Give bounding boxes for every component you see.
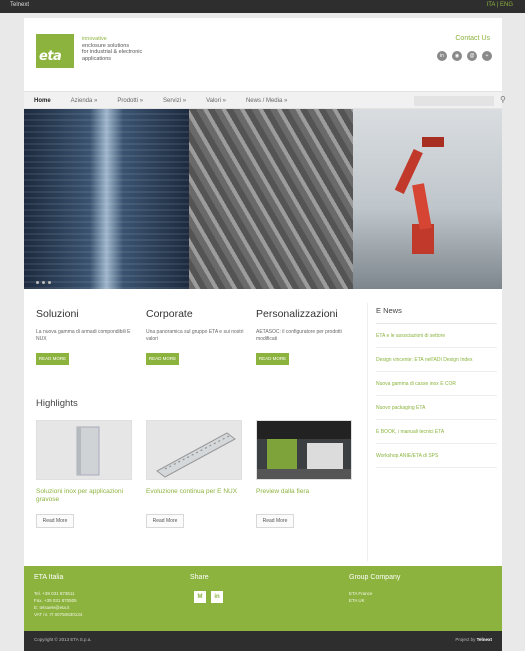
- highlight-caption[interactable]: Evoluzione continua per E NUX: [146, 488, 244, 506]
- group-link[interactable]: ETA UK: [349, 597, 372, 604]
- main-nav: Home Azienda » Prodotti » Servizi » Valo…: [24, 91, 506, 109]
- news-item[interactable]: Workshop ANIE/ETA di SPS: [376, 444, 497, 468]
- column-title: Soluzioni: [36, 308, 79, 320]
- highlight-caption[interactable]: Soluzioni inox per applicazioni gravose: [36, 488, 134, 506]
- footer-company-info: Tel. +39 031 873611 Fax. +39 031 870505 …: [34, 590, 82, 618]
- highlight-card: Preview dalla fiera Read More: [256, 420, 354, 528]
- hero-image-panel: [189, 109, 353, 289]
- highlight-image-rail[interactable]: [146, 420, 242, 480]
- footer-share-title: Share: [190, 574, 209, 581]
- email-icon[interactable]: @: [467, 51, 477, 61]
- rss-icon[interactable]: ◉: [452, 51, 462, 61]
- language-switch[interactable]: ITA | ENG: [487, 2, 513, 8]
- footer-group-title: Group Company: [349, 574, 401, 581]
- footer: ETA Italia Tel. +39 031 873611 Fax. +39 …: [24, 566, 502, 631]
- social-icons: in ◉ @ +: [437, 51, 492, 61]
- read-more-button[interactable]: READ MORE: [146, 353, 179, 365]
- column-text: Una panoramica sul gruppo ETA e sui nost…: [146, 329, 244, 342]
- linkedin-icon[interactable]: in: [437, 51, 447, 61]
- contact-link[interactable]: Contact Us: [455, 35, 490, 42]
- news-title: E News: [376, 306, 497, 324]
- read-more-button[interactable]: READ MORE: [36, 353, 69, 365]
- tagline-line-3: applications: [82, 55, 112, 62]
- copyright-text: Copyright © 2013 ETA S.p.a.: [34, 637, 92, 642]
- plus-icon[interactable]: +: [482, 51, 492, 61]
- news-item[interactable]: ETA e le associazioni di settore: [376, 324, 497, 348]
- project-by-link[interactable]: Telnext: [477, 637, 492, 642]
- news-item[interactable]: E BOOK, i manuali tecnici ETA: [376, 420, 497, 444]
- search-input[interactable]: [414, 96, 494, 106]
- column-text: La nuova gamma di armadi compondibili E …: [36, 329, 131, 342]
- group-link[interactable]: ETA France: [349, 590, 372, 597]
- tagline-line-2: for industrial & electronic: [82, 49, 143, 55]
- robot-arm-image: [394, 137, 444, 254]
- highlight-image-cabinet[interactable]: [36, 420, 132, 480]
- footer-group-links: ETA France ETA UK: [349, 590, 372, 604]
- highlight-image-fair[interactable]: [256, 420, 352, 480]
- linkedin-share-icon[interactable]: in: [211, 591, 223, 603]
- read-more-button[interactable]: Read More: [256, 514, 294, 528]
- nav-valori[interactable]: Valori »: [206, 98, 226, 104]
- news-item[interactable]: Design vincente: ETA nell'ADI Design Ind…: [376, 348, 497, 372]
- highlight-caption[interactable]: Preview dalla fiera: [256, 488, 354, 506]
- column-corporate: Corporate Una panoramica sul gruppo ETA …: [146, 308, 246, 365]
- search-icon[interactable]: ⚲: [500, 95, 506, 104]
- news-item[interactable]: Nuovo packaging ETA: [376, 396, 497, 420]
- footer-company-title: ETA Italia: [34, 574, 64, 581]
- page-container: eta innovative enclosure solutions for i…: [24, 18, 506, 566]
- column-personalizzazioni: Personalizzazioni AETASOC: il configurat…: [256, 308, 356, 365]
- news-item[interactable]: Nuova gamma di casse inox E COR: [376, 372, 497, 396]
- highlight-card: Evoluzione continua per E NUX Read More: [146, 420, 244, 528]
- slider-dots[interactable]: [36, 281, 51, 284]
- read-more-button[interactable]: Read More: [36, 514, 74, 528]
- top-bar: Telnext ITA | ENG: [0, 0, 525, 13]
- hero-image-warehouse: [24, 109, 189, 289]
- logo-wordmark: eta: [39, 49, 62, 64]
- footer-phone: Tel. +39 031 873611: [34, 591, 75, 596]
- logo-tagline: innovative enclosure solutions for indus…: [82, 36, 142, 62]
- nav-prodotti[interactable]: Prodotti »: [117, 98, 143, 104]
- footer-email[interactable]: E: telsaele@eta.it: [34, 604, 82, 611]
- column-text: AETASOC: il configuratore per prodotti m…: [256, 329, 342, 342]
- gmail-share-icon[interactable]: M: [194, 591, 206, 603]
- footer-vat: VAT nr. IT 00750630134: [34, 612, 83, 617]
- footer-fax: Fax. +39 031 870505: [34, 598, 77, 603]
- nav-home[interactable]: Home: [34, 98, 51, 104]
- read-more-button[interactable]: Read More: [146, 514, 184, 528]
- column-title: Personalizzazioni: [256, 308, 338, 320]
- column-soluzioni: Soluzioni La nuova gamma di armadi compo…: [36, 308, 136, 365]
- nav-news-media[interactable]: News / Media »: [246, 98, 287, 104]
- hero-slider[interactable]: [24, 109, 502, 289]
- highlights-title: Highlights: [36, 398, 78, 409]
- news-sidebar: E News ETA e le associazioni di settore …: [367, 303, 497, 561]
- project-prefix: Project by: [455, 637, 477, 642]
- topbar-brand[interactable]: Telnext: [10, 2, 29, 8]
- column-title: Corporate: [146, 308, 193, 320]
- nav-servizi[interactable]: Servizi »: [163, 98, 186, 104]
- read-more-button[interactable]: READ MORE: [256, 353, 289, 365]
- highlight-card: Soluzioni inox per applicazioni gravose …: [36, 420, 134, 528]
- nav-azienda[interactable]: Azienda »: [71, 98, 98, 104]
- project-credit: Project by Telnext: [455, 637, 492, 642]
- share-icons: M in: [194, 591, 223, 603]
- bottom-bar: Copyright © 2013 ETA S.p.a. Project by T…: [24, 631, 502, 651]
- eta-logo[interactable]: eta: [36, 34, 74, 68]
